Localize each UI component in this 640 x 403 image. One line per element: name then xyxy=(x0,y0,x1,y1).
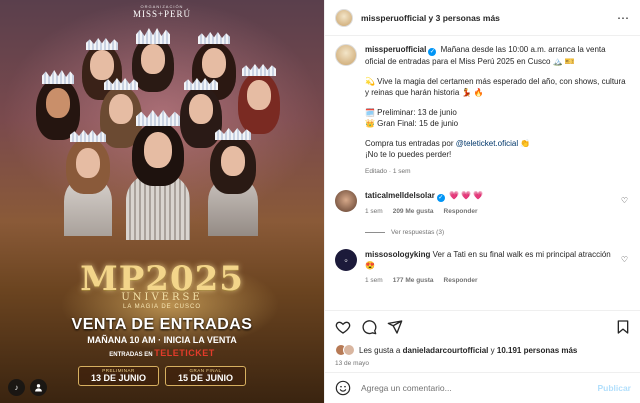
caption-meta: Editado · 1 sem xyxy=(365,168,411,175)
comment-meta: 1 sem 177 Me gusta Responder xyxy=(365,277,615,284)
entradas-label: ENTRADAS EN xyxy=(109,352,153,358)
save-bookmark-icon[interactable] xyxy=(615,319,631,335)
caption-final: 👑 Gran Final: 15 de junio xyxy=(365,119,459,128)
queen-figure xyxy=(126,110,190,240)
author-avatar[interactable] xyxy=(335,8,353,27)
comment-likes[interactable]: 177 Me gusta xyxy=(393,277,434,284)
reply-button[interactable]: Responder xyxy=(444,277,478,284)
post-image[interactable]: ORGANIZACIÓN MISS+PERÚ MP2025 UNIVERSE L… xyxy=(0,0,324,403)
music-icon[interactable]: ♪ xyxy=(8,379,25,396)
event-dates: PRELIMINAR 13 DE JUNIO GRAN FINAL 15 DE … xyxy=(78,366,246,386)
liker-avatars[interactable] xyxy=(335,344,355,356)
teleticket-logo: TELETICKET xyxy=(154,348,215,358)
comment-username[interactable]: taticalmelldelsolar xyxy=(365,191,435,200)
caption-text: missperuofficial ✓ Mañana desde las 10:00… xyxy=(365,44,627,177)
caption-buy-prefix: Compra tus entradas por xyxy=(365,139,454,148)
tagged-users-icon[interactable] xyxy=(30,379,47,396)
event-title-block: MP2025 UNIVERSE LA MAGIA DE CUSCO VENTA … xyxy=(0,262,324,358)
liker-username[interactable]: danieladarcourtofficial xyxy=(403,346,489,355)
post-actions: Les gusta a danieladarcourtofficial y 10… xyxy=(325,310,640,367)
caption-closing: ¡No te lo puedes perder! xyxy=(365,150,452,159)
reply-button[interactable]: Responder xyxy=(444,208,478,215)
comment-text: taticalmelldelsolar ✓ 💗 💗 💗 xyxy=(365,190,615,202)
comment-body: 💗 💗 💗 xyxy=(449,191,484,200)
final-date-box: GRAN FINAL 15 DE JUNIO xyxy=(165,366,246,386)
replies-divider xyxy=(365,232,385,233)
queen-figure xyxy=(206,124,260,236)
comment-input[interactable] xyxy=(361,383,588,393)
mp2025-logo: MP2025 xyxy=(80,259,244,299)
likes-text: Les gusta a danieladarcourtofficial y 10… xyxy=(359,346,577,355)
caption-username[interactable]: missperuofficial xyxy=(365,45,426,54)
tagline: LA MAGIA DE CUSCO xyxy=(122,304,202,310)
image-corner-icons: ♪ xyxy=(8,379,47,396)
likes-count[interactable]: 10.191 personas más xyxy=(497,346,578,355)
like-heart-icon[interactable] xyxy=(335,319,351,335)
comment-text: missosologyking Ver a Tati en su final w… xyxy=(365,249,615,271)
likes-summary: Les gusta a danieladarcourtofficial y 10… xyxy=(335,344,631,356)
emoji-icon[interactable] xyxy=(335,380,351,396)
caption-buy-suffix: 👏 xyxy=(520,139,531,148)
comment-item: ♔ missosologyking Ver a Tati en su final… xyxy=(335,249,630,284)
comment-item: taticalmelldelsolar ✓ 💗 💗 💗 1 sem 209 Me … xyxy=(335,190,630,215)
post-date[interactable]: 13 de mayo xyxy=(335,360,631,367)
post-header: missperuofficial y 3 personas más ⋯ xyxy=(325,0,640,36)
commenter-avatar[interactable] xyxy=(335,190,357,212)
queen-figure xyxy=(62,126,114,236)
comment-time: 1 sem xyxy=(365,208,383,215)
post-caption: missperuofficial ✓ Mañana desde las 10:00… xyxy=(335,44,630,177)
queens-group-photo xyxy=(0,0,324,280)
likes-prefix: Les gusta a xyxy=(359,345,401,355)
comment-likes[interactable]: 209 Me gusta xyxy=(393,208,434,215)
caption-prelim: 🗓️ Preliminar: 13 de junio xyxy=(365,108,457,117)
view-replies-button[interactable]: Ver respuestas (3) xyxy=(365,229,630,236)
ticketer-row: ENTRADAS EN TELETICKET xyxy=(0,348,324,358)
more-options-icon[interactable]: ⋯ xyxy=(617,11,630,25)
likes-middle: y xyxy=(490,345,495,355)
ticket-sale-headline: VENTA DE ENTRADAS xyxy=(71,316,253,333)
comments-list[interactable]: missperuofficial ✓ Mañana desde las 10:00… xyxy=(335,44,630,304)
comment-like-heart-icon[interactable]: ♡ xyxy=(621,255,628,264)
prelim-date-box: PRELIMINAR 13 DE JUNIO xyxy=(78,366,159,386)
comment-username[interactable]: missosologyking xyxy=(365,250,430,259)
add-comment-bar: Publicar xyxy=(325,372,640,403)
comment-bubble-icon[interactable] xyxy=(361,319,377,335)
view-replies-label[interactable]: Ver respuestas (3) xyxy=(391,229,444,236)
post-header-title[interactable]: missperuofficial y 3 personas más xyxy=(361,13,500,23)
commenter-avatar[interactable]: ♔ xyxy=(335,249,357,271)
verified-icon: ✓ xyxy=(428,48,437,56)
comment-time: 1 sem xyxy=(365,277,383,284)
publish-button[interactable]: Publicar xyxy=(597,383,631,393)
caption-line2: 💫 Vive la magia del certamen más esperad… xyxy=(365,77,626,97)
comment-like-heart-icon[interactable]: ♡ xyxy=(621,196,628,205)
caption-avatar[interactable] xyxy=(335,44,357,66)
comment-meta: 1 sem 209 Me gusta Responder xyxy=(365,208,615,215)
share-send-icon[interactable] xyxy=(387,319,403,335)
prelim-date: 13 DE JUNIO xyxy=(90,373,147,383)
ticket-sale-subheadline: MAÑANA 10 AM · INICIA LA VENTA xyxy=(87,335,237,345)
teleticket-mention-link[interactable]: @teleticket.oficial xyxy=(456,139,518,148)
caption-buy-line: Compra tus entradas por @teleticket.ofic… xyxy=(365,138,627,149)
universe-label: UNIVERSE xyxy=(121,292,203,303)
verified-icon: ✓ xyxy=(436,194,445,202)
post-side-panel: missperuofficial y 3 personas más ⋯ miss… xyxy=(324,0,640,403)
action-icons-row xyxy=(335,317,631,337)
final-date: 15 DE JUNIO xyxy=(177,373,234,383)
